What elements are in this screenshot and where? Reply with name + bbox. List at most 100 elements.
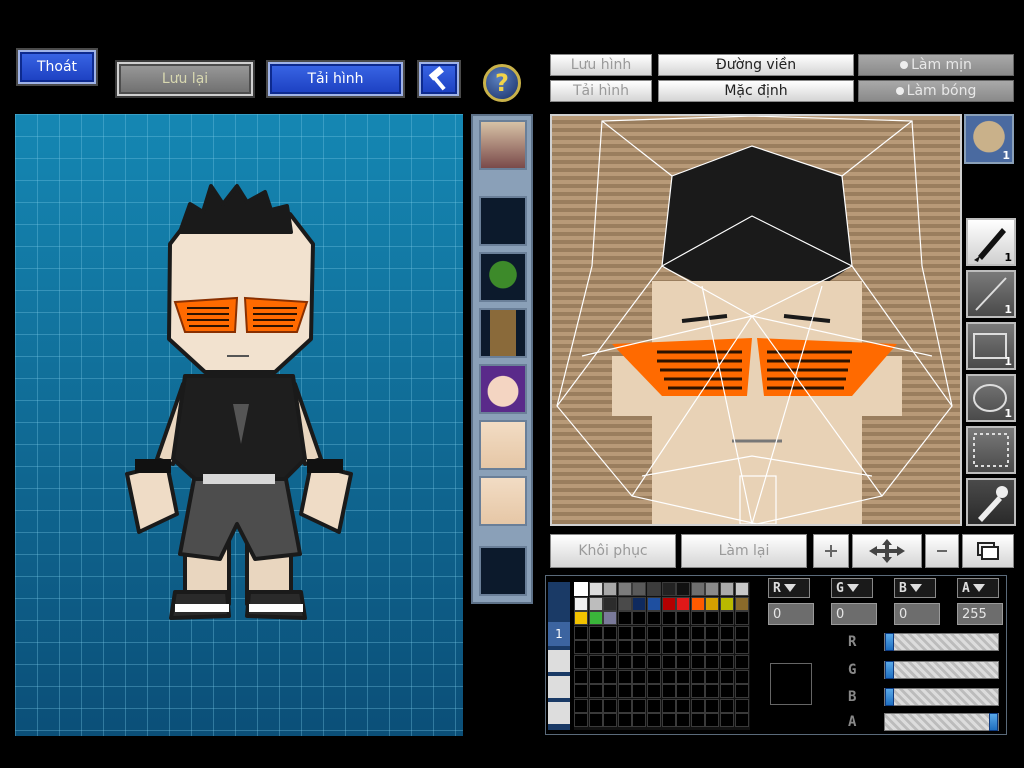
palette-swatch[interactable] [617,655,632,669]
blue-slider-knob[interactable] [885,688,894,706]
selection-tool[interactable] [966,426,1016,474]
red-slider[interactable] [884,633,999,651]
alpha-channel-dropdown[interactable]: A [957,578,999,598]
palette-swatch[interactable] [588,655,603,669]
palette-swatch[interactable] [617,596,632,611]
palette-swatch[interactable] [603,640,618,655]
blue-slider[interactable] [884,688,999,706]
palette-swatch[interactable] [588,582,603,596]
palette-swatch[interactable] [690,655,705,669]
palette-swatch[interactable] [588,713,603,728]
rectangle-tool[interactable]: 1 [966,322,1016,370]
palette-swatch[interactable] [705,640,720,655]
palette-swatch[interactable] [588,596,603,611]
palette-swatch[interactable] [603,669,618,684]
palette-swatch[interactable] [661,640,676,655]
item-thumb-outfit[interactable] [479,308,527,358]
line-tool[interactable]: 1 [966,270,1016,318]
palette-swatch[interactable] [617,625,632,640]
palette-swatch[interactable] [574,611,588,626]
palette-swatch[interactable] [690,611,705,626]
item-list[interactable] [471,114,533,604]
palette-swatch[interactable] [705,655,720,669]
palette-swatch[interactable] [720,582,734,596]
move-button[interactable] [852,534,922,568]
restore-button[interactable]: Khôi phục [550,534,676,568]
palette-swatch[interactable] [734,596,749,611]
palette-swatch[interactable] [574,640,588,655]
green-slider-knob[interactable] [885,661,894,679]
palette-swatch[interactable] [588,698,603,713]
palette-swatch[interactable] [676,713,691,728]
palette-swatch[interactable] [588,640,603,655]
palette-swatch[interactable] [661,669,676,684]
palette-swatch[interactable] [720,713,734,728]
palette-swatch[interactable] [603,596,618,611]
palette-swatch[interactable] [632,698,647,713]
character-preview[interactable] [15,114,463,736]
palette-swatch[interactable] [647,713,661,728]
red-value-field[interactable]: 0 [768,603,814,625]
layer-thumbnail[interactable]: 1 [964,114,1014,164]
palette-swatch[interactable] [690,713,705,728]
item-thumb-skin[interactable] [479,420,527,470]
palette-swatch[interactable] [705,669,720,684]
zoom-in-button[interactable] [813,534,849,568]
palette-swatch[interactable] [588,611,603,626]
palette-swatch[interactable] [705,625,720,640]
zoom-out-button[interactable] [925,534,959,568]
palette-swatch[interactable] [734,669,749,684]
item-thumb-empty[interactable] [479,196,527,246]
palette-swatch[interactable] [690,596,705,611]
item-thumb-tree[interactable] [479,252,527,302]
alpha-slider-knob[interactable] [989,713,998,731]
palette-swatch[interactable] [647,655,661,669]
palette-swatch[interactable] [661,611,676,626]
palette-swatch[interactable] [720,669,734,684]
palette-swatch[interactable] [705,713,720,728]
palette-swatch[interactable] [720,698,734,713]
palette-swatch[interactable] [734,625,749,640]
palette-swatch[interactable] [574,625,588,640]
palette-swatch[interactable] [574,655,588,669]
palette-tab-3[interactable] [548,676,570,698]
palette-swatch[interactable] [617,669,632,684]
palette-swatch[interactable] [617,611,632,626]
palette-swatch[interactable] [705,582,720,596]
alpha-value-field[interactable]: 255 [957,603,1003,625]
palette-swatch[interactable] [720,596,734,611]
palette-swatch[interactable] [720,655,734,669]
palette-swatch[interactable] [676,684,691,699]
palette-swatch[interactable] [603,625,618,640]
exit-button[interactable]: Thoát [18,50,96,84]
palette-swatch[interactable] [720,611,734,626]
palette-swatch[interactable] [676,640,691,655]
palette-swatch[interactable] [661,698,676,713]
palette-swatch[interactable] [690,684,705,699]
palette-swatch[interactable] [734,611,749,626]
palette-swatch[interactable] [690,625,705,640]
palette-swatch[interactable] [647,582,661,596]
palette-swatch[interactable] [588,684,603,699]
palette-swatch[interactable] [588,669,603,684]
palette-swatch[interactable] [676,698,691,713]
palette-swatch[interactable] [676,596,691,611]
palette-swatch[interactable] [574,582,588,596]
palette-swatch[interactable] [603,611,618,626]
palette-swatch[interactable] [632,640,647,655]
ellipse-tool[interactable]: 1 [966,374,1016,422]
palette-swatch[interactable] [632,684,647,699]
item-thumb-empty-2[interactable] [479,546,527,596]
palette-swatch[interactable] [617,713,632,728]
palette-swatch[interactable] [676,669,691,684]
item-thumb-skin-2[interactable] [479,476,527,526]
palette-tab-4[interactable] [548,702,570,724]
palette-swatch[interactable] [690,698,705,713]
palette-swatch[interactable] [661,596,676,611]
palette-swatch[interactable] [734,698,749,713]
palette-swatch[interactable] [690,640,705,655]
palette-swatch[interactable] [734,582,749,596]
palette-swatch[interactable] [574,698,588,713]
palette-swatch[interactable] [661,713,676,728]
load-image-button[interactable]: Tải hình [268,62,403,96]
